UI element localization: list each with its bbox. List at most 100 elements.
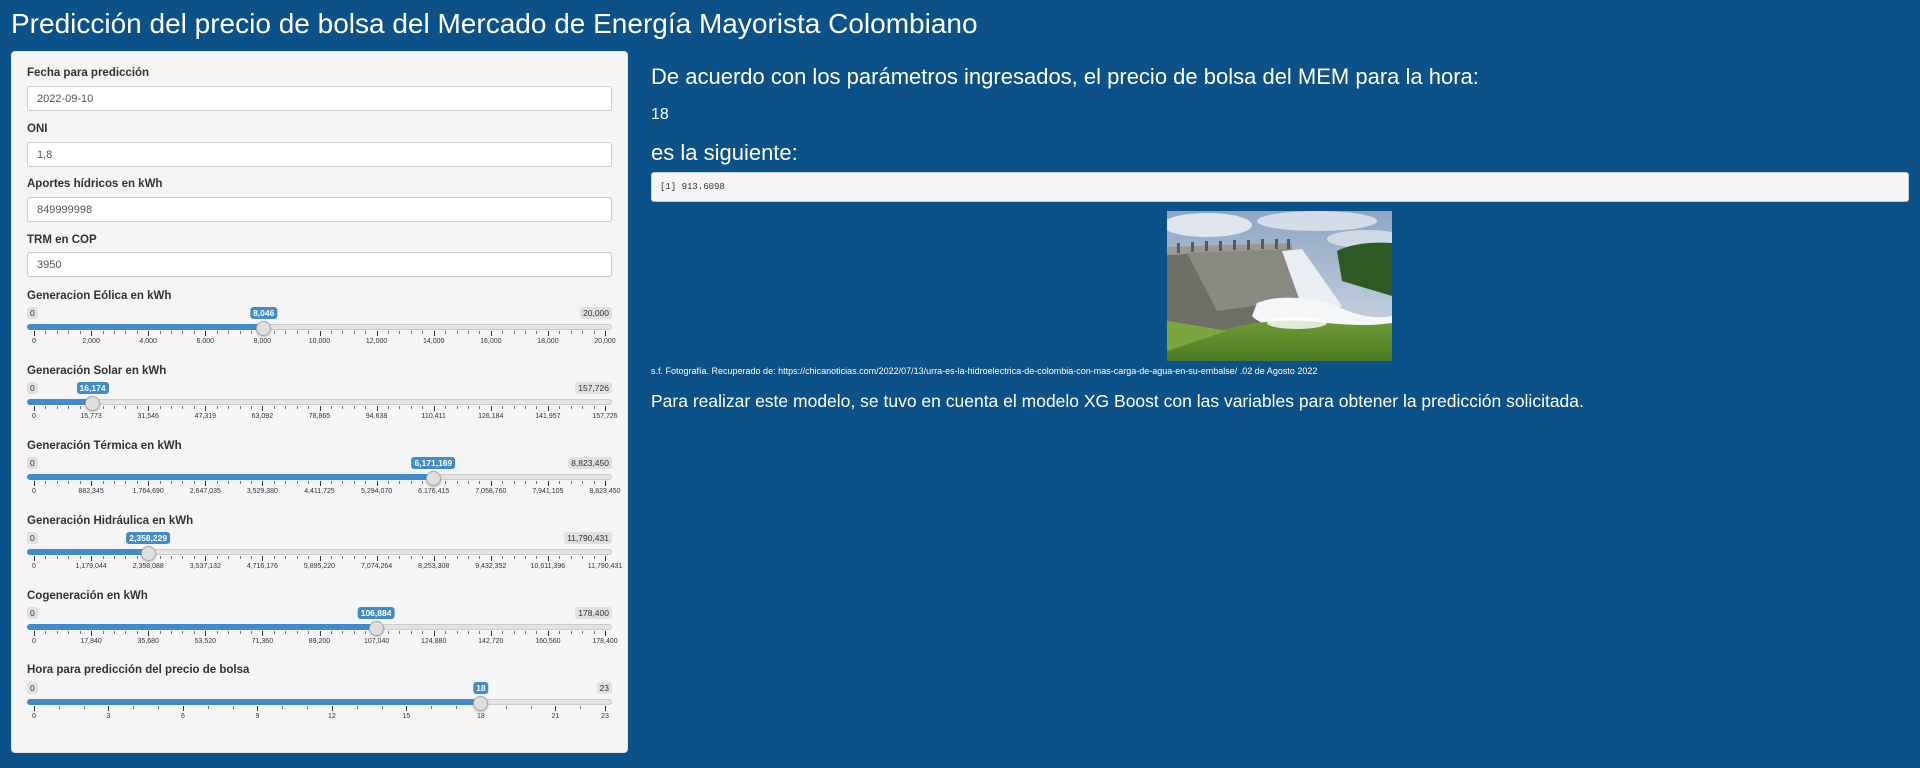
slider-tick xyxy=(547,481,549,486)
slider-tick xyxy=(399,556,401,559)
slider-tick xyxy=(479,331,481,334)
slider-tick-label: 10,611,396 xyxy=(530,563,566,570)
slider-value-label: 8,046 xyxy=(250,307,278,319)
slider-tick xyxy=(479,406,481,409)
slider-tick xyxy=(159,481,161,484)
slider-tick xyxy=(232,706,234,709)
slider-tick xyxy=(536,481,538,484)
slider-handle[interactable] xyxy=(368,621,384,636)
slider-tick xyxy=(68,331,70,334)
slider-tick xyxy=(356,706,358,709)
slider-min-label: 0 xyxy=(27,307,38,319)
slider-tick-label: 8,253,308 xyxy=(418,563,450,570)
slider-track[interactable] xyxy=(27,399,612,405)
slider-tick xyxy=(113,631,115,634)
date-input[interactable] xyxy=(27,86,612,111)
slider-tick-label: 0 xyxy=(32,413,36,420)
slider-tick-label: 78,865 xyxy=(308,413,331,420)
slider-tick xyxy=(456,706,458,709)
slider-tick xyxy=(56,481,58,484)
slider-tick xyxy=(525,556,527,559)
slider-tick xyxy=(502,481,504,484)
solar-generation-slider[interactable]: 0 157,726 0 15,773 31,546 47,319 63,092 78,865 9… xyxy=(27,382,618,434)
slider-tick xyxy=(68,631,70,634)
slider-tick xyxy=(113,331,115,334)
slider-tick xyxy=(410,556,412,559)
slider-tick xyxy=(91,481,93,486)
slider-max-label: 23 xyxy=(596,682,612,694)
slider-tick-label: 4,000 xyxy=(139,338,157,345)
hour-slider[interactable]: 0 23 0 3 6 9 12 15 18 21 23 18 xyxy=(27,682,612,734)
slider-tick xyxy=(490,331,492,336)
slider-tick xyxy=(159,556,161,559)
slider-handle[interactable] xyxy=(473,696,489,711)
slider-tick-label: 71,360 xyxy=(251,638,274,645)
slider-tick-label: 4,411,725 xyxy=(304,488,335,495)
slider-tick xyxy=(193,331,195,334)
slider-tick xyxy=(108,706,110,711)
slider-tick xyxy=(273,406,275,409)
slider-handle[interactable] xyxy=(85,396,101,411)
slider-handle[interactable] xyxy=(140,546,156,561)
slider-tick xyxy=(250,556,252,559)
slider-tick xyxy=(239,631,241,634)
slider-tick xyxy=(490,481,492,486)
wind-generation-slider[interactable]: 0 20,000 0 2,000 4,000 6,000 8,000 10,000 12,000… xyxy=(27,307,616,359)
slider-handle[interactable] xyxy=(425,471,441,486)
slider-tick xyxy=(34,631,35,636)
slider-tick xyxy=(330,481,332,484)
slider-tick xyxy=(308,406,310,409)
slider-tick xyxy=(431,706,433,709)
slider-tick xyxy=(593,631,595,634)
slider-tick-label: 5,895,220 xyxy=(303,563,336,570)
slider-value-label: 106,884 xyxy=(357,607,395,619)
slider-tick xyxy=(330,331,332,334)
slider-min-label: 0 xyxy=(27,532,38,544)
slider-tick xyxy=(605,556,606,561)
hydro-generation-slider[interactable]: 0 11,790,431 0 1,179,044 2,358,088 3,537,132 4… xyxy=(27,532,622,584)
slider-tick xyxy=(467,556,469,559)
slider-tick xyxy=(307,706,309,709)
trm-input[interactable] xyxy=(27,252,612,277)
water-inflow-input[interactable] xyxy=(27,197,612,222)
slider-tick xyxy=(559,331,561,334)
slider-tick xyxy=(56,556,58,559)
slider-tick xyxy=(228,481,230,484)
slider-tick-label: 2,358,088 xyxy=(132,563,164,570)
slider-tick-label: 107,040 xyxy=(363,638,390,645)
slider-tick xyxy=(376,331,378,336)
slider-tick xyxy=(262,631,264,636)
slider-tick-label: 6,176,415 xyxy=(418,488,450,495)
slider-tick xyxy=(285,556,287,559)
slider-tick xyxy=(34,481,35,486)
cogeneration-slider[interactable]: 0 178,400 0 17,840 35,680 53,520 71,360 89,200 1… xyxy=(27,607,618,659)
slider-tick xyxy=(133,706,135,709)
slider-tick xyxy=(228,556,230,559)
slider-tick xyxy=(102,481,104,484)
slider-tick xyxy=(605,706,606,711)
oni-input[interactable] xyxy=(27,142,612,167)
slider-tick xyxy=(467,631,469,634)
page-title: Predicción del precio de bolsa del Merca… xyxy=(11,8,978,39)
slider-handle[interactable] xyxy=(256,321,272,336)
slider-tick xyxy=(388,406,390,409)
thermal-generation-slider[interactable]: 0 8,823,450 0 882,345 1,764,690 2,647,035 3,52… xyxy=(27,457,621,509)
slider-tick xyxy=(376,406,378,411)
slider-tick xyxy=(582,481,584,484)
slider-tick-label: 21 xyxy=(551,713,560,720)
slider-tick xyxy=(456,556,458,559)
slider-tick xyxy=(136,556,138,559)
slider-tick xyxy=(158,706,160,709)
slider-value-label: 2,358,229 xyxy=(126,532,171,544)
slider-tick xyxy=(467,406,469,409)
slider-tick xyxy=(83,706,85,709)
slider-tick-label: 47,319 xyxy=(194,413,217,420)
slider-tick xyxy=(433,631,435,636)
slider-tick xyxy=(193,556,195,559)
slider-tick xyxy=(605,481,606,486)
slider-tick xyxy=(330,406,332,409)
slider-tick xyxy=(547,406,549,411)
solar-generation-label: Generación Solar en kWh xyxy=(27,365,167,377)
slider-tick xyxy=(570,406,572,409)
slider-tick xyxy=(330,631,332,634)
